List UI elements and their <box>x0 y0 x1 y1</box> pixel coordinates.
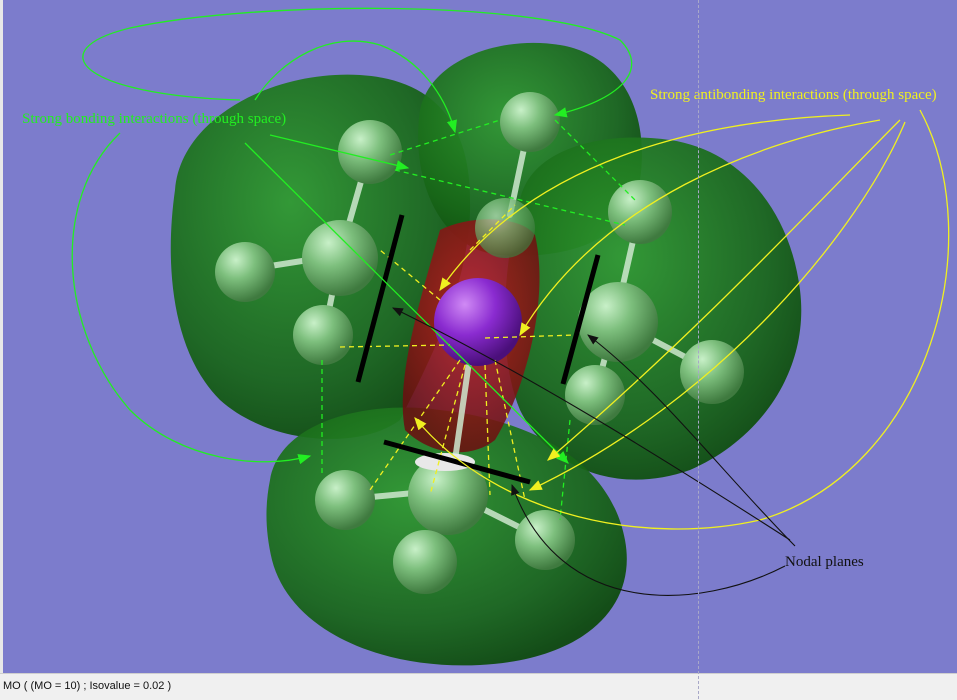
atom <box>515 510 575 570</box>
atom <box>475 198 535 258</box>
atom <box>393 530 457 594</box>
atom <box>315 470 375 530</box>
nodal-planes-label: Nodal planes <box>785 554 864 570</box>
atom <box>608 180 672 244</box>
atom <box>565 365 625 425</box>
status-text: MO ( (MO = 10) ; Isovalue = 0.02 ) <box>3 680 172 692</box>
atom <box>302 220 378 296</box>
view-split-divider[interactable] <box>698 0 699 699</box>
status-bar: MO ( (MO = 10) ; Isovalue = 0.02 ) <box>0 673 957 700</box>
left-edge <box>0 0 3 673</box>
central-atom <box>434 278 522 366</box>
bonding-label: Strong bonding interactions (through spa… <box>22 111 287 127</box>
atom <box>500 92 560 152</box>
molecule-viewport[interactable]: Strong bonding interactions (through spa… <box>0 0 957 673</box>
antibonding-label: Strong antibonding interactions (through… <box>650 87 937 103</box>
atom <box>215 242 275 302</box>
atom <box>338 120 402 184</box>
atom <box>293 305 353 365</box>
